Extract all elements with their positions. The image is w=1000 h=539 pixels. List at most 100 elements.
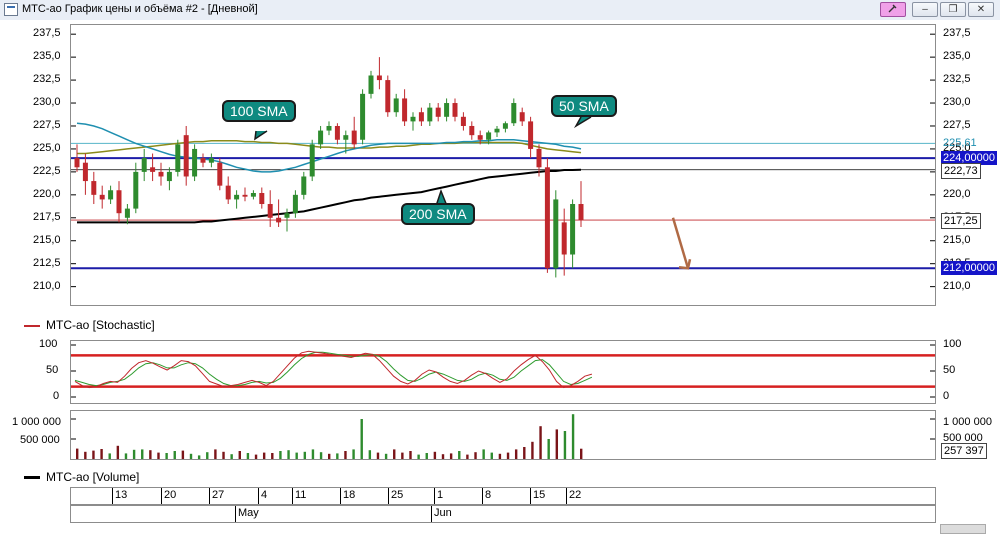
- date-tick-mark: [482, 488, 483, 504]
- restore-button[interactable]: ❐: [940, 2, 966, 17]
- volume-bar: [441, 454, 445, 459]
- volume-legend-label: МТС-ао [Volume]: [46, 470, 140, 484]
- horizontal-scrollbar[interactable]: [940, 524, 986, 534]
- sma100-callout-pointer: [254, 130, 268, 141]
- candle-body: [452, 103, 458, 117]
- volume-pane[interactable]: [70, 410, 936, 460]
- volume-bar: [449, 453, 453, 459]
- month-tick-mark: [431, 506, 432, 522]
- candle-body: [175, 144, 181, 172]
- candle-body: [225, 185, 231, 200]
- stochastic-pane[interactable]: [70, 340, 936, 404]
- volume-bar: [425, 453, 428, 459]
- price-pane[interactable]: [70, 24, 936, 306]
- date-axis-day-label: 1: [437, 489, 444, 501]
- volume-bar: [384, 453, 388, 459]
- candle-body: [418, 112, 424, 122]
- candle-body: [460, 116, 466, 126]
- candle-body: [368, 75, 374, 94]
- volume-bar: [506, 452, 510, 459]
- date-axis-day-label: 20: [164, 489, 177, 501]
- date-axis-day-label: 22: [569, 489, 582, 501]
- volume-bar: [555, 429, 559, 459]
- candle-body: [536, 148, 542, 168]
- candle-body: [183, 135, 189, 177]
- date-tick-mark: [340, 488, 341, 504]
- candle-body: [326, 125, 332, 131]
- candle-body: [561, 222, 567, 255]
- price-tick-label-left: 222,5: [33, 164, 61, 177]
- candle-body: [351, 130, 357, 145]
- date-tick-mark: [292, 488, 293, 504]
- volume-bar: [409, 451, 412, 459]
- volume-bar: [482, 449, 485, 459]
- price-tick-label-left: 230,0: [33, 96, 61, 109]
- candle-body: [393, 98, 399, 113]
- candle-body: [217, 162, 223, 186]
- volume-tick-left-1m: 1 000 000: [12, 416, 61, 428]
- candle-body: [116, 190, 122, 214]
- date-axis-day-label: 18: [343, 489, 356, 501]
- candle-body: [250, 193, 256, 197]
- price-tick-label-left: 215,0: [33, 233, 61, 246]
- date-axis-day-label: 25: [391, 489, 404, 501]
- candle-body: [402, 98, 408, 122]
- down-arrow-icon: [671, 217, 690, 269]
- price-tick-label-left: 225,0: [33, 141, 61, 154]
- volume-bar: [563, 431, 567, 459]
- volume-bar: [433, 451, 437, 459]
- volume-bar: [254, 454, 258, 459]
- candle-body: [519, 112, 525, 122]
- volume-bar: [417, 454, 420, 459]
- price-tick-label-left: 220,0: [33, 187, 61, 200]
- candle-body: [570, 204, 576, 255]
- candle-body: [276, 217, 282, 223]
- price-tick-label-left: 217,5: [33, 210, 61, 223]
- close-button[interactable]: ✕: [968, 2, 994, 17]
- candle-body: [91, 181, 97, 195]
- volume-bar: [580, 448, 583, 459]
- candle-body: [242, 194, 248, 197]
- candle-body: [292, 194, 298, 214]
- volume-bar: [376, 452, 380, 459]
- price-tick-label-right: 232,5: [943, 73, 971, 86]
- volume-chart: [71, 414, 935, 459]
- sma200-value-tag: 222,73: [941, 162, 981, 179]
- sma50-callout: 50 SMA: [551, 95, 617, 117]
- pin-icon[interactable]: [880, 2, 906, 17]
- price-tick-label-left: 237,5: [33, 27, 61, 40]
- date-axis-days[interactable]: 13 20 27 4 11 18 25 1 8 15 22: [70, 487, 936, 505]
- date-tick-mark: [566, 488, 567, 504]
- candle-body: [410, 116, 416, 122]
- volume-bar: [206, 452, 209, 459]
- date-axis-months: May Jun: [70, 505, 936, 523]
- stochastic-tick-label-left: 50: [46, 364, 59, 376]
- price-tick-label-right: 230,0: [943, 96, 971, 109]
- sma200-callout: 200 SMA: [401, 203, 475, 225]
- candle-body: [192, 148, 198, 177]
- price-tick-label-left: 210,0: [33, 279, 61, 292]
- candle-body: [494, 128, 500, 133]
- candle-body: [385, 80, 391, 113]
- volume-tick-right-1m: 1 000 000: [943, 416, 992, 428]
- volume-bar: [108, 453, 111, 459]
- candle-body: [301, 176, 307, 195]
- candle-body: [267, 204, 273, 218]
- stochastic-d-line: [74, 351, 593, 387]
- candle-body: [234, 194, 240, 200]
- price-tick-label-left: 212,5: [33, 256, 61, 269]
- candle-body: [360, 93, 366, 140]
- candle-body: [544, 167, 550, 269]
- minimize-button[interactable]: –: [912, 2, 938, 17]
- date-tick-mark: [434, 488, 435, 504]
- candle-body: [99, 194, 105, 200]
- volume-bar: [514, 449, 518, 459]
- last-price-tag: 217,25: [941, 213, 981, 230]
- volume-bar: [92, 450, 95, 459]
- price-tick-label-right: 210,0: [943, 279, 971, 292]
- volume-bar: [230, 454, 233, 459]
- stochastic-tick-label-right: 100: [943, 338, 962, 350]
- candle-body: [427, 107, 433, 122]
- candle-body: [208, 158, 214, 163]
- date-tick-mark: [161, 488, 162, 504]
